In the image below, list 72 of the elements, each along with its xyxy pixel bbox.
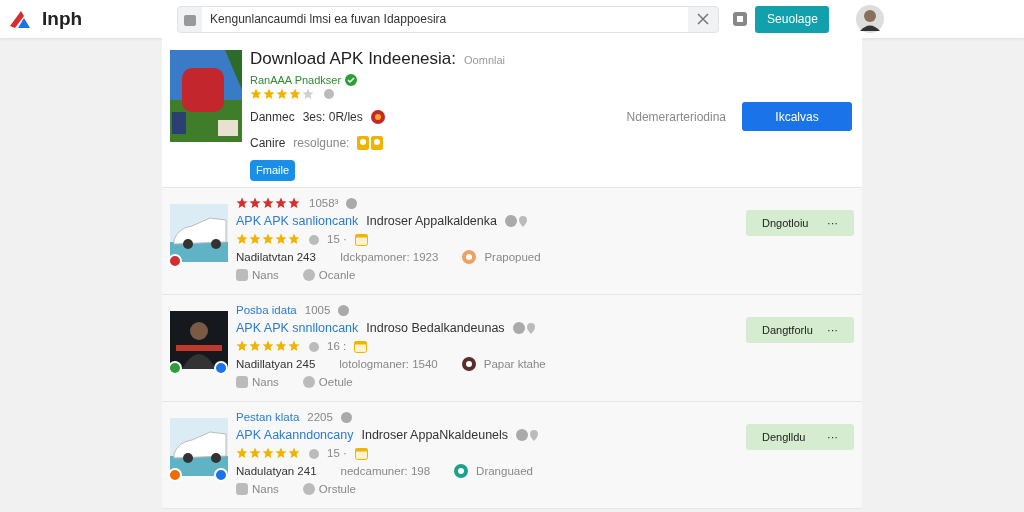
info-icon bbox=[323, 88, 335, 100]
app-link[interactable]: APK APK snnlloncank bbox=[236, 321, 359, 335]
developer-name[interactable]: RanAAA Pnadkser bbox=[250, 71, 342, 88]
tag-button[interactable]: Fmaile bbox=[250, 160, 295, 181]
rating-count: 15 · bbox=[327, 446, 347, 460]
logo-text: Inph bbox=[42, 6, 83, 31]
more-icon[interactable]: ··· bbox=[827, 323, 838, 337]
install-button[interactable]: Ikcalvas bbox=[742, 102, 852, 131]
rating-count: 16 : bbox=[327, 339, 347, 353]
download-button[interactable]: Dngotloiu ··· bbox=[746, 210, 854, 236]
status-text: Papar ktahe bbox=[483, 357, 546, 371]
search-field[interactable]: Kengunlancaumdi lmsi ea fuvan Idappoesira bbox=[177, 5, 720, 33]
app-icon[interactable] bbox=[733, 12, 748, 26]
calendar-icon bbox=[354, 232, 368, 246]
detail-label: Danmec bbox=[250, 109, 295, 126]
app-title: Indroser Appalkaldenka bbox=[366, 214, 497, 228]
footer-text: Nans bbox=[252, 268, 279, 282]
status-icon bbox=[454, 464, 469, 478]
globe-icon bbox=[504, 215, 529, 227]
download-button[interactable]: Denglldu ··· bbox=[746, 424, 854, 450]
avatar-icon[interactable] bbox=[856, 5, 885, 33]
app-title: Indroser AppaNkaldeunels bbox=[361, 428, 509, 442]
download-stat: Nadilatvtan 243 bbox=[236, 250, 316, 264]
footer-text: Oetule bbox=[318, 375, 353, 389]
footer-text: Nans bbox=[252, 482, 279, 496]
info-icon bbox=[338, 304, 350, 316]
category-link[interactable]: Posba idata bbox=[236, 303, 297, 317]
more-icon[interactable]: ··· bbox=[827, 216, 838, 230]
user-icon bbox=[236, 376, 248, 388]
status-icon bbox=[462, 250, 477, 264]
app-link[interactable]: APK Aakanndoncany bbox=[236, 428, 354, 442]
verified-icon bbox=[345, 73, 358, 86]
footer-text: Nans bbox=[252, 375, 279, 389]
side-text: Ndemerarteriodina bbox=[626, 108, 726, 126]
detail-value: 3es: 0R/les bbox=[302, 109, 363, 126]
download-button[interactable]: Dangtforlu ··· bbox=[746, 317, 854, 343]
calendar-icon bbox=[354, 446, 368, 460]
footer-text: Ocanle bbox=[318, 268, 356, 282]
app-subtitle: Oomnlai bbox=[464, 53, 505, 68]
status-text: Prapopued bbox=[484, 250, 541, 264]
badge-icon bbox=[370, 110, 385, 124]
info-icon bbox=[346, 197, 358, 209]
review-count: 1058³ bbox=[309, 196, 339, 210]
globe-icon bbox=[512, 322, 537, 334]
update-stat: nedcamuner: 198 bbox=[340, 464, 431, 478]
user-icon bbox=[236, 483, 248, 495]
check-icon bbox=[302, 376, 315, 388]
people-icon bbox=[357, 136, 384, 150]
category-link[interactable]: Pestan klata bbox=[236, 410, 300, 424]
download-stat: Nadulatyan 241 bbox=[236, 464, 317, 478]
footer-text: Orstule bbox=[318, 482, 356, 496]
review-count: 1005 bbox=[304, 303, 331, 317]
update-stat: lotologmaner: 1540 bbox=[339, 357, 438, 371]
status-icon bbox=[461, 357, 476, 371]
app-title: Download APK Indeenesia: bbox=[250, 48, 457, 70]
rating-count: 15 · bbox=[327, 232, 347, 246]
download-stat: Nadillatyan 245 bbox=[236, 357, 316, 371]
status-text: Dranguaed bbox=[476, 464, 533, 478]
app-title: Indroso Bedalkandeunas bbox=[366, 321, 505, 335]
check-icon bbox=[302, 269, 315, 281]
user-icon bbox=[236, 269, 248, 281]
more-icon[interactable]: ··· bbox=[827, 430, 838, 444]
review-count: 2205 bbox=[307, 410, 333, 424]
calendar-icon bbox=[354, 339, 368, 353]
globe-icon bbox=[516, 429, 541, 441]
info-icon bbox=[340, 411, 352, 423]
update-stat: Idckpamoner: 1923 bbox=[339, 250, 439, 264]
app-link[interactable]: APK APK sanlioncank bbox=[236, 214, 359, 228]
sign-in-button[interactable]: Seuolage bbox=[755, 5, 830, 33]
category-value: resolgune: bbox=[293, 135, 350, 152]
check-icon bbox=[302, 483, 315, 495]
category-label: Canire bbox=[250, 135, 286, 152]
